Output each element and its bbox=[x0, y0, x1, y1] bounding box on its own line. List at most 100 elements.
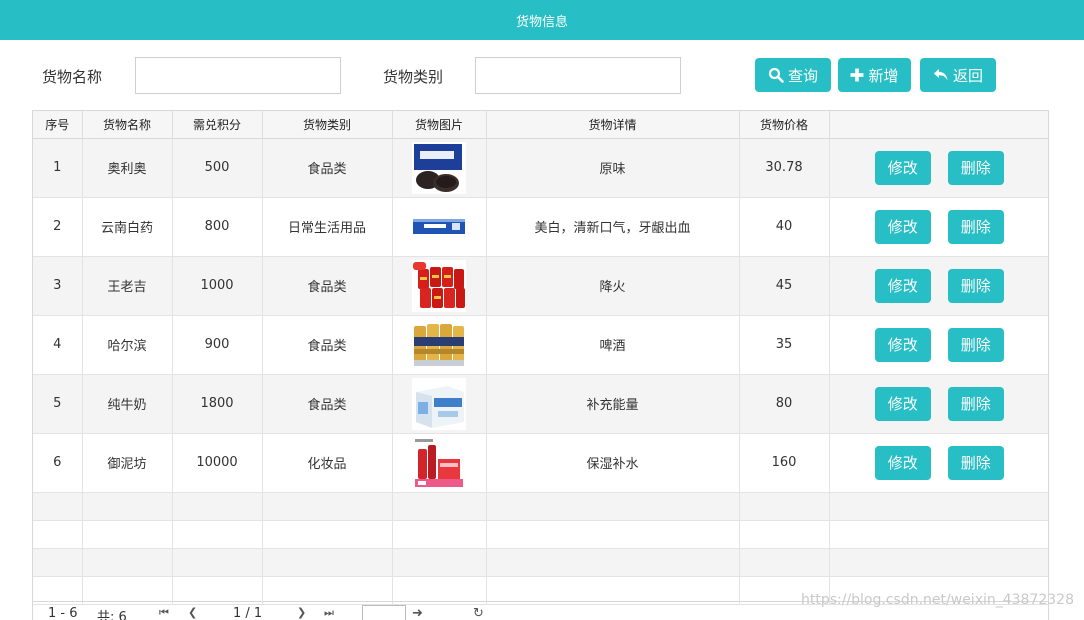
edit-button[interactable]: 修改 bbox=[874, 445, 931, 480]
page-title: 货物信息 bbox=[515, 14, 568, 30]
milk-box-product-image bbox=[412, 377, 466, 430]
edit-button[interactable]: 修改 bbox=[874, 209, 931, 244]
back-button[interactable]: 返回 bbox=[920, 58, 996, 92]
add-button[interactable]: 新增 bbox=[838, 58, 911, 92]
cell-detail: 保湿补水 bbox=[486, 433, 740, 493]
cell-price: 45 bbox=[739, 256, 830, 316]
cell-detail: 美白，清新口气，牙龈出血 bbox=[486, 197, 740, 257]
empty-row bbox=[33, 520, 1048, 549]
cell-actions: 修改 删除 bbox=[829, 374, 1048, 434]
cell-no: 2 bbox=[33, 197, 83, 257]
cell-price: 30.78 bbox=[739, 138, 830, 198]
column-header-image[interactable]: 货物图片 bbox=[392, 111, 487, 139]
cell-name: 哈尔滨 bbox=[82, 315, 173, 375]
cell-name: 云南白药 bbox=[82, 197, 173, 257]
undo-arrow-icon bbox=[933, 69, 948, 81]
cell-points: 1000 bbox=[172, 256, 263, 316]
edit-button[interactable]: 修改 bbox=[874, 386, 931, 421]
column-header-category[interactable]: 货物类别 bbox=[262, 111, 393, 139]
cell-price: 160 bbox=[739, 433, 830, 493]
column-header-detail[interactable]: 货物详情 bbox=[486, 111, 740, 139]
cell-price: 35 bbox=[739, 315, 830, 375]
back-button-label: 返回 bbox=[952, 66, 983, 85]
cell-category: 食品类 bbox=[262, 374, 393, 434]
cell-image bbox=[392, 315, 487, 375]
add-button-label: 新增 bbox=[868, 66, 899, 85]
cell-name: 纯牛奶 bbox=[82, 374, 173, 434]
beer-product-image bbox=[412, 318, 466, 371]
cell-image bbox=[392, 138, 487, 198]
cell-name: 王老吉 bbox=[82, 256, 173, 316]
table-row[interactable]: 2 云南白药 800 日常生活用品 美白，清新口气，牙龈出血 40 修改 删除 bbox=[33, 197, 1048, 257]
delete-button[interactable]: 删除 bbox=[947, 209, 1004, 244]
edit-button[interactable]: 修改 bbox=[874, 327, 931, 362]
column-header-no[interactable]: 序号 bbox=[33, 111, 83, 139]
cell-no: 3 bbox=[33, 256, 83, 316]
goods-name-input[interactable] bbox=[135, 57, 341, 94]
cell-detail: 原味 bbox=[486, 138, 740, 198]
query-button-label: 查询 bbox=[787, 66, 818, 85]
first-page-icon[interactable]: ⏮ bbox=[159, 606, 169, 620]
watermark: https://blog.csdn.net/weixin_43872328 bbox=[800, 592, 1074, 608]
pager-range: 1 - 6 bbox=[48, 606, 78, 620]
delete-button[interactable]: 删除 bbox=[947, 150, 1004, 185]
edit-button[interactable]: 修改 bbox=[874, 268, 931, 303]
last-page-icon[interactable]: ⏭ bbox=[324, 606, 334, 620]
cell-no: 6 bbox=[33, 433, 83, 493]
next-page-icon[interactable]: ❯ bbox=[297, 606, 306, 619]
table-header-row: 序号 货物名称 需兑积分 货物类别 货物图片 货物详情 货物价格 bbox=[33, 111, 1048, 139]
edit-button[interactable]: 修改 bbox=[874, 150, 931, 185]
goods-name-label: 货物名称 bbox=[42, 68, 103, 86]
cell-category: 化妆品 bbox=[262, 433, 393, 493]
plus-icon bbox=[850, 68, 864, 82]
table-row[interactable]: 3 王老吉 1000 食品类 降火 45 修改 删除 bbox=[33, 256, 1048, 316]
delete-button[interactable]: 删除 bbox=[947, 268, 1004, 303]
table-row[interactable]: 1 奥利奥 500 食品类 原味 30.78 修改 删除 bbox=[33, 138, 1048, 198]
delete-button[interactable]: 删除 bbox=[947, 327, 1004, 362]
cell-name: 奥利奥 bbox=[82, 138, 173, 198]
column-header-price[interactable]: 货物价格 bbox=[739, 111, 830, 139]
cell-detail: 降火 bbox=[486, 256, 740, 316]
cell-actions: 修改 删除 bbox=[829, 256, 1048, 316]
page-number-input[interactable] bbox=[362, 605, 406, 620]
empty-row bbox=[33, 492, 1048, 521]
cell-image bbox=[392, 433, 487, 493]
goods-category-label: 货物类别 bbox=[383, 68, 444, 86]
cell-image bbox=[392, 197, 487, 257]
herbal-tea-product-image bbox=[412, 259, 466, 312]
cell-actions: 修改 删除 bbox=[829, 433, 1048, 493]
column-header-actions bbox=[829, 111, 1048, 139]
cell-actions: 修改 删除 bbox=[829, 197, 1048, 257]
delete-button[interactable]: 删除 bbox=[947, 445, 1004, 480]
cell-points: 10000 bbox=[172, 433, 263, 493]
goods-table: 序号 货物名称 需兑积分 货物类别 货物图片 货物详情 货物价格 1 奥利奥 5… bbox=[32, 110, 1049, 620]
cell-price: 40 bbox=[739, 197, 830, 257]
table-row[interactable]: 6 御泥坊 10000 化妆品 保湿补水 160 修改 删除 bbox=[33, 433, 1048, 493]
cell-points: 500 bbox=[172, 138, 263, 198]
cell-category: 食品类 bbox=[262, 315, 393, 375]
table-row[interactable]: 4 哈尔滨 900 食品类 啤酒 35 修改 删除 bbox=[33, 315, 1048, 375]
cell-actions: 修改 删除 bbox=[829, 138, 1048, 198]
cell-category: 食品类 bbox=[262, 138, 393, 198]
toothpaste-product-image bbox=[412, 200, 466, 253]
cell-category: 日常生活用品 bbox=[262, 197, 393, 257]
query-button[interactable]: 查询 bbox=[755, 58, 831, 92]
search-icon bbox=[768, 67, 784, 83]
cell-image bbox=[392, 374, 487, 434]
cell-no: 1 bbox=[33, 138, 83, 198]
column-header-name[interactable]: 货物名称 bbox=[82, 111, 173, 139]
refresh-icon[interactable]: ↻ bbox=[473, 606, 484, 620]
cell-points: 800 bbox=[172, 197, 263, 257]
cell-actions: 修改 删除 bbox=[829, 315, 1048, 375]
cell-name: 御泥坊 bbox=[82, 433, 173, 493]
column-header-points[interactable]: 需兑积分 bbox=[172, 111, 263, 139]
cosmetics-product-image bbox=[412, 436, 466, 489]
table-row[interactable]: 5 纯牛奶 1800 食品类 补充能量 80 修改 删除 bbox=[33, 374, 1048, 434]
goods-category-input[interactable] bbox=[475, 57, 681, 94]
prev-page-icon[interactable]: ❮ bbox=[188, 606, 197, 619]
page-title-bar: 货物信息 bbox=[0, 0, 1084, 40]
go-arrow-icon[interactable]: ➜ bbox=[412, 606, 423, 620]
oreo-product-image bbox=[412, 141, 466, 194]
delete-button[interactable]: 删除 bbox=[947, 386, 1004, 421]
cell-image bbox=[392, 256, 487, 316]
